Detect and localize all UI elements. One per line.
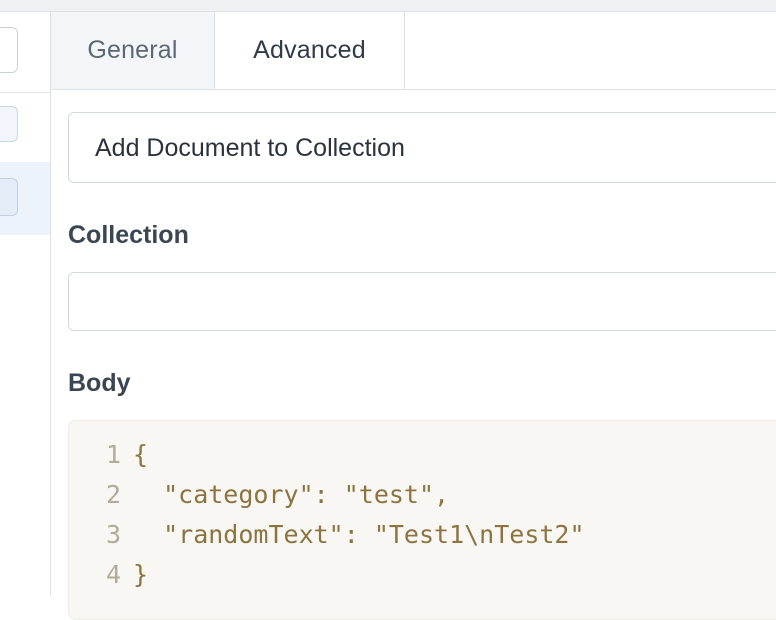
tab-general[interactable]: General	[51, 12, 215, 89]
settings-tabs: General Advanced	[51, 12, 776, 90]
collection-label: Collection	[68, 221, 189, 249]
body-code-editor[interactable]: 1{ 2 "category": "test", 3 "randomText":…	[68, 420, 776, 620]
collection-input[interactable]	[68, 272, 776, 331]
line-number: 4	[105, 560, 121, 589]
code-line: 4}	[69, 555, 148, 595]
body-label: Body	[68, 369, 131, 397]
tab-advanced[interactable]: Advanced	[215, 12, 405, 89]
code-text: "category": "test",	[133, 480, 450, 509]
code-text: "randomText": "Test1\nTest2"	[133, 520, 585, 549]
line-number: 3	[105, 520, 121, 549]
line-number: 1	[105, 440, 121, 469]
code-line: 3 "randomText": "Test1\nTest2"	[69, 515, 585, 555]
code-line: 1{	[69, 435, 148, 475]
code-text: }	[133, 560, 149, 589]
node-list-item-2[interactable]	[0, 106, 18, 142]
code-line: 2 "category": "test",	[69, 475, 449, 515]
node-list-item-3[interactable]	[0, 178, 18, 216]
action-select[interactable]: Add Document to Collection	[68, 112, 776, 183]
node-list-panel	[0, 12, 51, 596]
action-select-value: Add Document to Collection	[95, 134, 405, 162]
node-list-item-1[interactable]	[0, 27, 18, 73]
line-number: 2	[105, 480, 121, 509]
code-text: {	[133, 440, 149, 469]
top-bar	[0, 0, 776, 12]
